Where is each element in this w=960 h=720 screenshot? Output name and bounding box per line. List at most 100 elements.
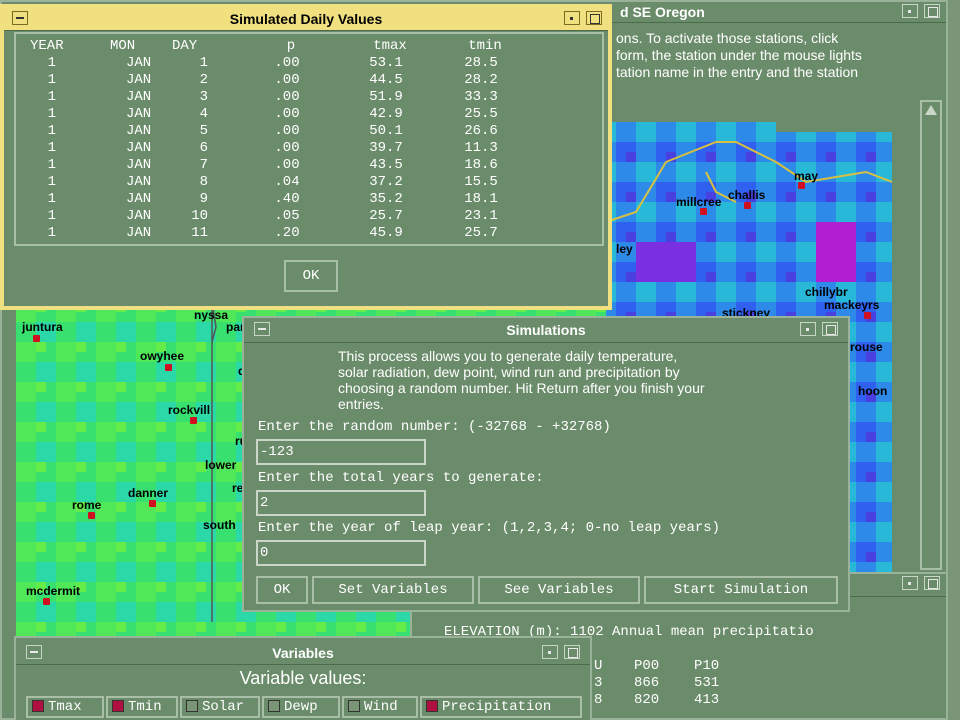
map-scrollbar[interactable] xyxy=(920,100,942,570)
station-info-minimize-button[interactable] xyxy=(902,576,918,590)
table-cell: 51.9 xyxy=(369,89,403,105)
simulations-titlebar[interactable]: Simulations xyxy=(244,318,848,343)
table-cell: 18.1 xyxy=(464,191,498,207)
table-cell: 1 xyxy=(47,157,56,173)
total-years-label: Enter the total years to generate: xyxy=(258,470,544,486)
checkbox-precipitation[interactable]: Precipitation xyxy=(420,696,582,718)
table-cell: 44.5 xyxy=(369,72,403,88)
station-label-mcdermit[interactable]: mcdermit xyxy=(26,584,80,598)
station-label-may[interactable]: may xyxy=(794,169,818,183)
daily-values-titlebar[interactable]: Simulated Daily Values xyxy=(4,8,608,31)
station-marker-mackeyrs[interactable] xyxy=(864,312,871,319)
total-years-input[interactable]: 2 xyxy=(256,490,426,516)
table-cell: 1 xyxy=(47,174,56,190)
station-label-ley[interactable]: ley xyxy=(616,242,633,256)
station-label-hoon[interactable]: hoon xyxy=(858,384,887,398)
station-label-challis[interactable]: challis xyxy=(728,188,765,202)
info-cell: 3 xyxy=(594,675,603,691)
map-instructions-line-2: form, the station under the mouse lights xyxy=(616,47,862,63)
table-cell: 5 xyxy=(199,123,208,139)
checkbox-dewp[interactable]: Dewp xyxy=(262,696,340,718)
table-row: 1 JAN 7 .00 43.5 18.6 xyxy=(16,157,526,174)
table-row: 1 JAN 6 .00 39.7 11.3 xyxy=(16,140,526,157)
table-cell: 11 xyxy=(191,225,208,241)
info-cell: 820 xyxy=(634,692,660,708)
table-cell: 45.9 xyxy=(369,225,403,241)
info-cell: 413 xyxy=(694,692,720,708)
simulations-menu-button[interactable] xyxy=(254,322,270,336)
station-label-nyssa[interactable]: nyssa xyxy=(194,308,228,322)
daily-values-menu-button[interactable] xyxy=(12,11,28,25)
variables-minimize-button[interactable] xyxy=(542,645,558,659)
station-label-south[interactable]: south xyxy=(203,518,236,532)
checkbox-precipitation-box[interactable] xyxy=(426,700,438,713)
checkbox-solar[interactable]: Solar xyxy=(180,696,260,718)
start-simulation-button[interactable]: Start Simulation xyxy=(644,576,838,604)
station-marker-rome[interactable] xyxy=(88,512,95,519)
station-marker-owyhee[interactable] xyxy=(165,364,172,371)
map-instructions-line-3: tation name in the entry and the station xyxy=(616,64,859,80)
station-label-chillybr[interactable]: chillybr xyxy=(805,285,848,299)
station-label-danner[interactable]: danner xyxy=(128,486,168,500)
variables-title: Variables xyxy=(272,645,334,661)
map-window-title: d SE Oregon xyxy=(620,4,705,20)
station-info-maximize-button[interactable] xyxy=(924,576,940,590)
station-label-juntura[interactable]: juntura xyxy=(22,320,63,334)
map-window-maximize-button[interactable] xyxy=(924,4,940,18)
station-marker-mcdermit[interactable] xyxy=(43,598,50,605)
leap-year-label: Enter the year of leap year: (1,2,3,4; 0… xyxy=(258,520,721,536)
station-label-lower[interactable]: lower xyxy=(205,458,236,472)
table-cell: JAN xyxy=(126,140,152,156)
table-cell: .05 xyxy=(274,208,300,224)
random-number-input[interactable]: -123 xyxy=(256,439,426,465)
table-cell: 28.5 xyxy=(464,55,498,71)
checkbox-dewp-box[interactable] xyxy=(268,700,280,713)
station-marker-danner[interactable] xyxy=(149,500,156,507)
checkbox-tmin-box[interactable] xyxy=(112,700,124,713)
station-label-mackeyrs[interactable]: mackeyrs xyxy=(824,298,879,312)
set-variables-button[interactable]: Set Variables xyxy=(312,576,474,604)
station-label-millcree[interactable]: millcree xyxy=(676,195,721,209)
simulations-minimize-button[interactable] xyxy=(800,322,816,336)
checkbox-wind-box[interactable] xyxy=(348,700,360,713)
station-marker-rockvill[interactable] xyxy=(190,417,197,424)
simulations-maximize-button[interactable] xyxy=(822,322,838,336)
table-cell: JAN xyxy=(126,123,152,139)
station-label-rockvill[interactable]: rockvill xyxy=(168,403,210,417)
table-cell: 7 xyxy=(199,157,208,173)
see-variables-button[interactable]: See Variables xyxy=(478,576,640,604)
daily-ok-button[interactable]: OK xyxy=(284,260,338,292)
station-marker-may[interactable] xyxy=(798,182,805,189)
checkbox-tmax[interactable]: Tmax xyxy=(26,696,104,718)
checkbox-wind[interactable]: Wind xyxy=(342,696,418,718)
station-marker-challis[interactable] xyxy=(744,202,751,209)
info-cell: 531 xyxy=(694,675,720,691)
table-row: 1 JAN 10 .05 25.7 23.1 xyxy=(16,208,526,225)
simulations-ok-button[interactable]: OK xyxy=(256,576,308,604)
table-row: 1 JAN 4 .00 42.9 25.5 xyxy=(16,106,526,123)
table-cell: 25.5 xyxy=(464,106,498,122)
table-row: 1 JAN 2 .00 44.5 28.2 xyxy=(16,72,526,89)
map-scroll-up-arrow-icon[interactable] xyxy=(925,105,937,115)
variables-menu-button[interactable] xyxy=(26,645,42,659)
daily-values-maximize-button[interactable] xyxy=(586,11,602,25)
variables-titlebar[interactable]: Variables xyxy=(16,642,590,665)
leap-year-input[interactable]: 0 xyxy=(256,540,426,566)
header-day: DAY xyxy=(172,38,198,54)
station-label-rome[interactable]: rome xyxy=(72,498,101,512)
station-label-owyhee[interactable]: owyhee xyxy=(140,349,184,363)
table-cell: 53.1 xyxy=(369,55,403,71)
station-marker-juntura[interactable] xyxy=(33,335,40,342)
daily-values-minimize-button[interactable] xyxy=(564,11,580,25)
checkbox-solar-box[interactable] xyxy=(186,700,198,713)
station-marker-millcree[interactable] xyxy=(700,208,707,215)
checkbox-tmax-box[interactable] xyxy=(32,700,44,713)
table-cell: .00 xyxy=(274,72,300,88)
station-label-rouse[interactable]: rouse xyxy=(850,340,883,354)
table-cell: 11.3 xyxy=(464,140,498,156)
variables-maximize-button[interactable] xyxy=(564,645,580,659)
map-window-minimize-button[interactable] xyxy=(902,4,918,18)
checkbox-tmin[interactable]: Tmin xyxy=(106,696,178,718)
daily-values-list[interactable]: YEAR MON DAY p tmax tmin 1 JAN 1.00 53.1 28.… xyxy=(14,32,604,246)
table-cell: 1 xyxy=(47,55,56,71)
